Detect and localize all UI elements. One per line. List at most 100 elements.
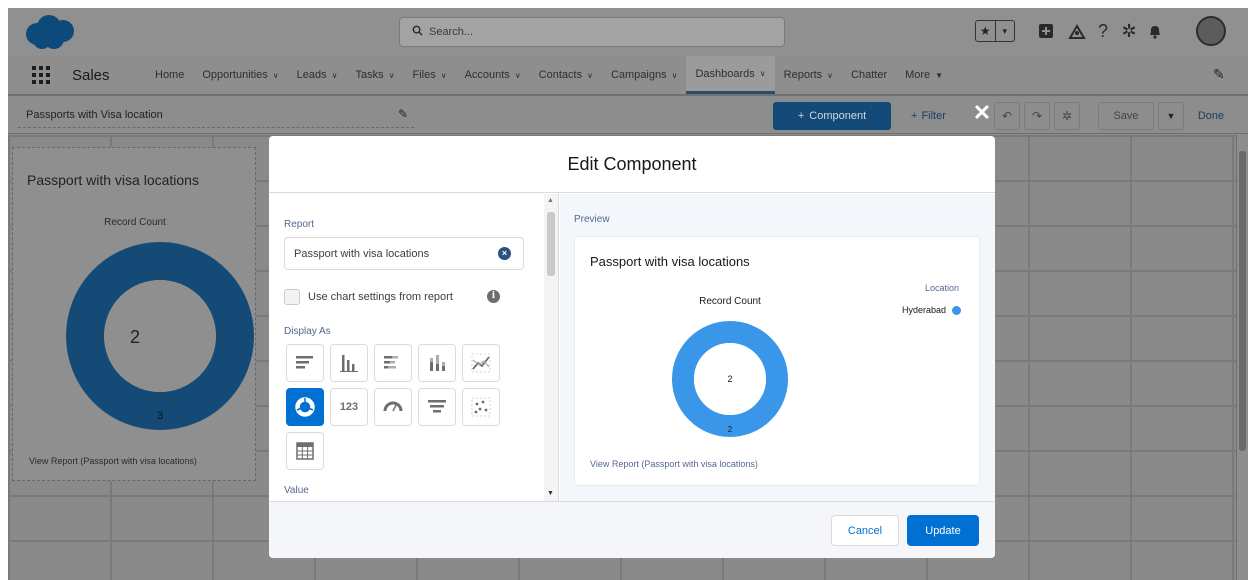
favorites-star-icon[interactable]: ★ (976, 21, 995, 41)
nav-item-label: Opportunities (202, 69, 268, 81)
help-icon[interactable]: ? (1092, 20, 1114, 42)
funnel-chart-button[interactable] (418, 388, 456, 426)
save-button[interactable]: Save (1098, 102, 1154, 130)
favorites-button-group[interactable]: ★ ▾ (975, 20, 1015, 42)
modal-footer: Cancel Update (269, 501, 995, 558)
chevron-down-icon[interactable]: ▼ (935, 71, 943, 80)
setup-gear-icon[interactable]: ✲ (1118, 20, 1140, 42)
nav-item-accounts[interactable]: Accounts ∨ (456, 56, 530, 94)
add-filter-button[interactable]: + Filter (901, 102, 979, 130)
edit-nav-pencil-icon[interactable]: ✎ (1213, 66, 1225, 83)
nav-item-label: Campaigns (610, 69, 667, 81)
properties-gear-icon[interactable]: ✲ (1054, 102, 1080, 130)
widget-view-report-link[interactable]: View Report (Passport with visa location… (29, 456, 197, 466)
modal-title: Edit Component (269, 136, 995, 193)
dashboard-toolbar: Passports with Visa location ✎ + Compone… (8, 98, 1248, 134)
chevron-down-icon[interactable]: ∨ (389, 71, 395, 80)
nav-item-contacts[interactable]: Contacts ∨ (530, 56, 602, 94)
config-scroll-thumb[interactable] (547, 212, 555, 276)
donut-icon (295, 397, 315, 417)
stacked-horizontal-bar-chart-button[interactable] (374, 344, 412, 382)
save-options-chevron-icon[interactable]: ▼ (1158, 102, 1184, 130)
user-avatar[interactable] (1196, 16, 1226, 46)
nav-item-chatter[interactable]: Chatter (842, 56, 896, 94)
nav-item-dashboards[interactable]: Dashboards ∨ (686, 56, 775, 94)
nav-item-more[interactable]: More ▼ (896, 56, 952, 94)
favorites-list-icon[interactable]: ▾ (994, 21, 1015, 41)
nav-item-label: Accounts (464, 69, 510, 81)
scroll-down-arrow-icon[interactable]: ▼ (547, 490, 554, 497)
chevron-down-icon[interactable]: ∨ (332, 71, 338, 80)
line-chart-button[interactable] (462, 344, 500, 382)
scroll-up-arrow-icon[interactable]: ▲ (547, 197, 554, 204)
global-actions-icon[interactable] (1035, 20, 1057, 42)
update-button[interactable]: Update (907, 515, 979, 546)
notifications-bell-icon[interactable] (1144, 20, 1166, 42)
global-header: Search... ★ ▾ ? ✲ (8, 8, 1248, 56)
info-icon[interactable]: i (487, 290, 500, 303)
nav-item-leads[interactable]: Leads ∨ (288, 56, 347, 94)
scrollbar-thumb[interactable] (1239, 151, 1246, 451)
table-chart-button[interactable] (286, 432, 324, 470)
report-lookup-input[interactable]: Passport with visa locations × (284, 237, 524, 270)
funnel-icon (428, 400, 446, 413)
cancel-button[interactable]: Cancel (831, 515, 899, 546)
preview-segment-value: 2 (728, 425, 733, 434)
preview-view-report-link[interactable]: View Report (Passport with visa location… (590, 459, 758, 469)
salesforce-logo-icon[interactable] (24, 14, 76, 50)
nav-item-opportunities[interactable]: Opportunities ∨ (193, 56, 287, 94)
add-component-button[interactable]: + Component (773, 102, 891, 130)
scatter-chart-button[interactable] (462, 388, 500, 426)
chevron-down-icon[interactable]: ∨ (827, 71, 833, 80)
plus-icon: + (911, 110, 918, 122)
search-placeholder: Search... (429, 26, 474, 38)
line-chart-icon (471, 353, 491, 373)
dashboard-title-input[interactable]: Passports with Visa location (18, 104, 414, 128)
close-icon[interactable]: ✕ (970, 102, 994, 126)
report-lookup-value: Passport with visa locations (294, 247, 430, 260)
component-config-pane: Report Passport with visa locations × Us… (269, 194, 559, 501)
add-filter-label: Filter (921, 110, 946, 122)
nav-item-label: More (905, 69, 931, 81)
app-launcher-grid-icon[interactable] (32, 66, 50, 84)
preview-legend-item[interactable]: Hyderabad (902, 305, 961, 315)
nav-item-label: Dashboards (695, 67, 755, 80)
donut-chart-button[interactable] (286, 388, 324, 426)
widget-center-value: 2 (129, 327, 140, 347)
chevron-down-icon[interactable]: ∨ (273, 71, 279, 80)
preview-label: Preview (574, 214, 610, 225)
metric-chart-button[interactable]: 123 (330, 388, 368, 426)
chevron-down-icon[interactable]: ∨ (515, 71, 521, 80)
done-button[interactable]: Done (1186, 102, 1236, 130)
chevron-down-icon[interactable]: ∨ (760, 69, 766, 78)
chevron-down-icon[interactable]: ∨ (441, 71, 447, 80)
use-chart-settings-checkbox[interactable] (284, 289, 300, 305)
edit-title-pencil-icon[interactable]: ✎ (398, 107, 408, 121)
global-search-input[interactable]: Search... (399, 17, 785, 47)
salesforce-app: Search... ★ ▾ ? ✲ Sales Home Opportunitie… (8, 8, 1248, 580)
chevron-down-icon[interactable]: ∨ (587, 71, 593, 80)
nav-item-tasks[interactable]: Tasks ∨ (346, 56, 403, 94)
undo-icon[interactable]: ↶ (994, 102, 1020, 130)
redo-icon[interactable]: ↷ (1024, 102, 1050, 130)
horizontal-bar-chart-button[interactable] (286, 344, 324, 382)
trailhead-icon[interactable] (1066, 20, 1088, 42)
dashboard-donut-widget[interactable]: Passport with visa locations Record Coun… (12, 147, 256, 481)
stacked-horizontal-bar-icon (384, 356, 398, 369)
chevron-down-icon[interactable]: ∨ (672, 71, 678, 80)
clear-selection-icon[interactable]: × (498, 247, 511, 260)
nav-item-reports[interactable]: Reports ∨ (775, 56, 842, 94)
search-icon (412, 25, 423, 39)
nav-item-home[interactable]: Home (146, 56, 193, 94)
page-scrollbar[interactable] (1236, 135, 1248, 580)
gauge-chart-button[interactable] (374, 388, 412, 426)
config-pane-scrollbar[interactable]: ▲ ▼ (544, 194, 558, 501)
nav-item-files[interactable]: Files ∨ (403, 56, 455, 94)
vertical-bar-chart-button[interactable] (330, 344, 368, 382)
stacked-vertical-bar-chart-button[interactable] (418, 344, 456, 382)
nav-item-campaigns[interactable]: Campaigns ∨ (602, 56, 687, 94)
report-field-label: Report (284, 219, 315, 230)
table-icon (296, 442, 314, 460)
metric-icon: 123 (339, 401, 359, 413)
legend-dot-icon (952, 305, 961, 315)
